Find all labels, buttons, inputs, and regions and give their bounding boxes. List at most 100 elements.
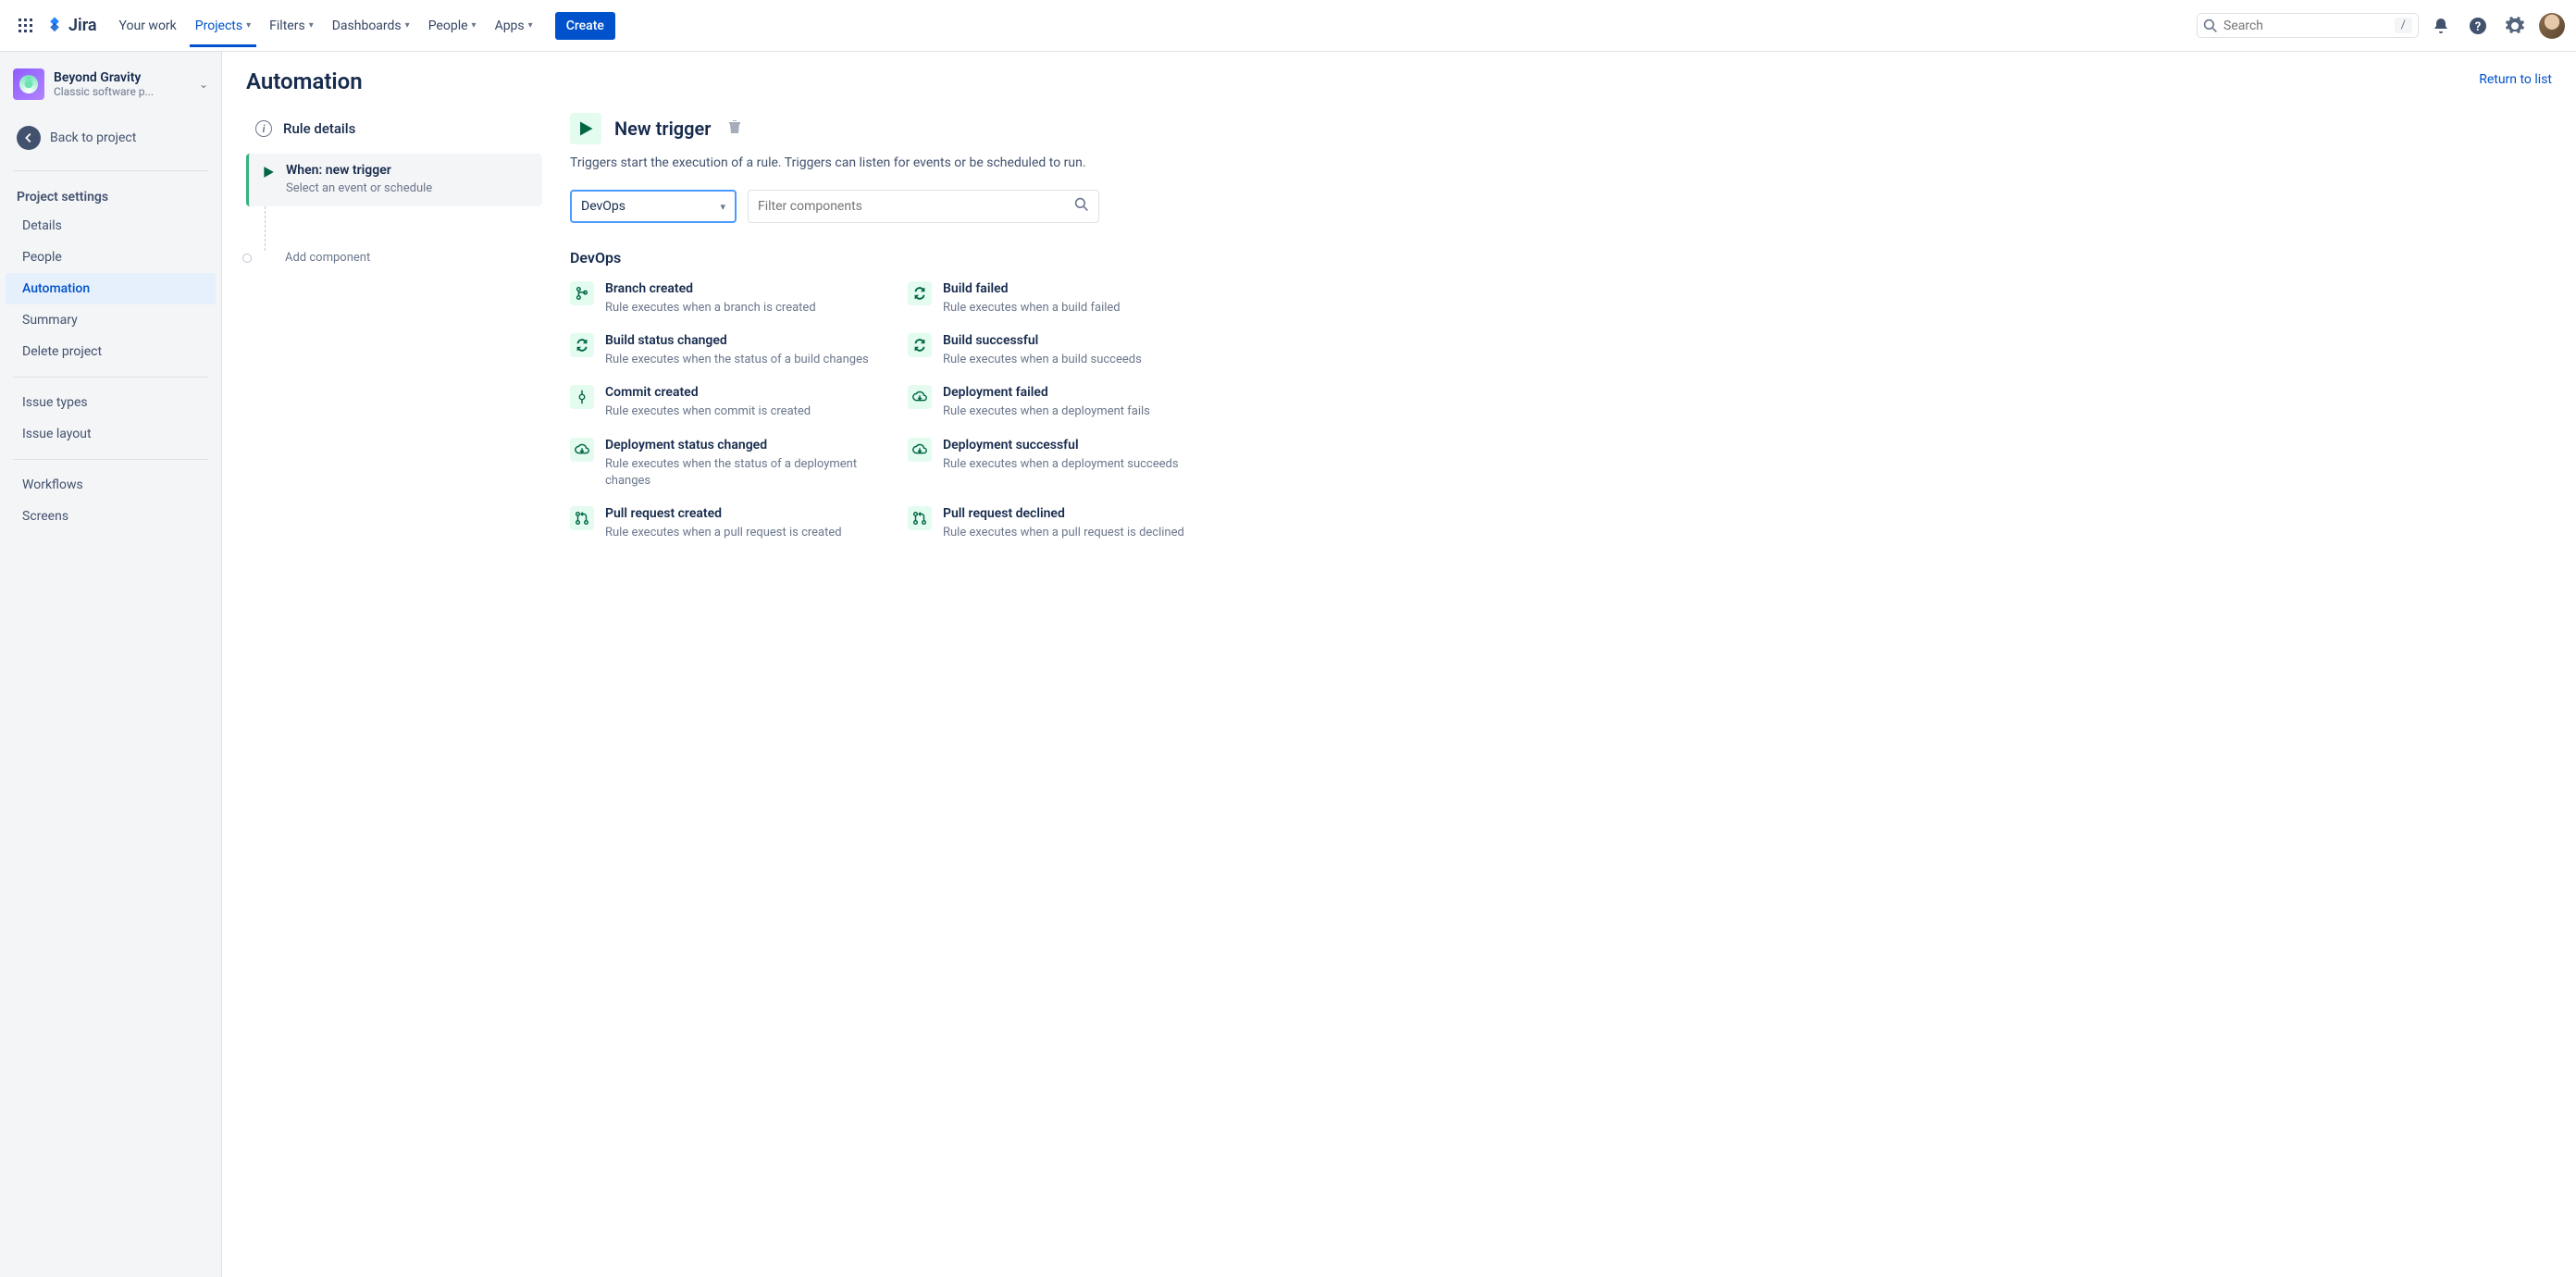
cloud-icon [570,438,594,462]
category-select-value: DevOps [581,199,625,214]
trigger-description: Triggers start the execution of a rule. … [570,154,1218,173]
sidebar-details[interactable]: Details [6,210,216,242]
back-label: Back to project [50,130,136,145]
create-button[interactable]: Create [555,12,615,40]
commit-icon [570,385,594,409]
trigger-item-title: Build successful [943,333,1142,348]
trigger-build-failed[interactable]: Build failed Rule executes when a build … [908,281,1218,316]
chevron-down-icon: ▾ [720,201,725,213]
trigger-build-successful[interactable]: Build successful Rule executes when a bu… [908,333,1218,368]
trigger-item-title: Pull request created [605,506,842,521]
project-sidebar: Beyond Gravity Classic software p... ⌄ B… [0,52,222,1277]
trigger-item-desc: Rule executes when the status of a build… [605,352,869,368]
project-name: Beyond Gravity [54,70,190,85]
trigger-item-desc: Rule executes when a build failed [943,300,1121,316]
filter-components-input[interactable] [748,190,1099,223]
sidebar-screens[interactable]: Screens [6,501,216,532]
rule-details-row[interactable]: i Rule details [246,113,542,146]
nav-your-work[interactable]: Your work [110,6,186,46]
nav-apps[interactable]: Apps▾ [486,6,542,46]
cloud-icon [908,385,932,409]
trigger-item-desc: Rule executes when a deployment fails [943,403,1150,420]
trigger-commit-created[interactable]: Commit created Rule executes when commit… [570,385,880,420]
top-navigation: Jira Your workProjects▾Filters▾Dashboard… [0,0,2576,52]
search-input[interactable]: / [2197,13,2419,38]
trigger-item-desc: Rule executes when a pull request is dec… [943,525,1184,541]
project-type: Classic software p... [54,85,190,98]
trigger-item-desc: Rule executes when a deployment succeeds [943,456,1179,473]
project-icon [13,68,44,100]
trigger-item-desc: Rule executes when a pull request is cre… [605,525,842,541]
pr-icon [570,506,594,530]
cloud-icon [908,438,932,462]
product-name: Jira [68,16,97,35]
rule-trigger-card[interactable]: When: new trigger Select an event or sch… [246,154,542,206]
sidebar-delete-project[interactable]: Delete project [6,336,216,367]
delete-trigger-icon[interactable] [727,119,742,138]
cycle-icon [908,281,932,305]
trigger-panel: New trigger Triggers start the execution… [570,113,1218,541]
help-icon[interactable]: ? [2463,11,2493,41]
trigger-item-title: Build failed [943,281,1121,296]
add-component[interactable]: Add component [246,251,542,265]
user-avatar[interactable] [2539,13,2565,39]
nav-filters[interactable]: Filters▾ [260,6,323,46]
search-icon [1074,197,1089,216]
main-content: Automation Return to list i Rule details… [222,52,2576,1277]
play-icon [262,166,275,195]
nav-projects[interactable]: Projects▾ [186,6,260,46]
nav-dashboards[interactable]: Dashboards▾ [323,6,419,46]
notifications-icon[interactable] [2426,11,2456,41]
sidebar-summary[interactable]: Summary [6,304,216,336]
nav-people[interactable]: People▾ [419,6,486,46]
search-icon [2203,19,2218,33]
trigger-deployment-failed[interactable]: Deployment failed Rule executes when a d… [908,385,1218,420]
chevron-down-icon: ▾ [309,20,314,31]
app-switcher-icon[interactable] [11,11,41,41]
branch-icon [570,281,594,305]
svg-text:?: ? [2475,20,2481,34]
trigger-pull-request-created[interactable]: Pull request created Rule executes when … [570,506,880,541]
filter-field[interactable] [758,199,1069,214]
sidebar-automation[interactable]: Automation [6,273,216,304]
trigger-item-desc: Rule executes when a branch is created [605,300,816,316]
project-switcher[interactable]: Beyond Gravity Classic software p... ⌄ [0,68,221,107]
settings-icon[interactable] [2500,11,2530,41]
trigger-item-desc: Rule executes when commit is created [605,403,811,420]
search-shortcut: / [2395,18,2412,33]
back-to-project[interactable]: Back to project [0,115,221,161]
rule-details-label: Rule details [283,120,355,137]
chevron-down-icon: ▾ [405,20,410,31]
cycle-icon [908,333,932,357]
sidebar-people[interactable]: People [6,242,216,273]
trigger-item-title: Pull request declined [943,506,1184,521]
trigger-item-desc: Rule executes when a build succeeds [943,352,1142,368]
sidebar-workflows[interactable]: Workflows [6,469,216,501]
chevron-down-icon: ▾ [472,20,477,31]
jira-logo[interactable]: Jira [44,16,97,36]
return-to-list-link[interactable]: Return to list [2479,72,2552,87]
chevron-down-icon: ⌄ [199,78,208,91]
search-field[interactable] [2223,19,2389,33]
trigger-build-status-changed[interactable]: Build status changed Rule executes when … [570,333,880,368]
sidebar-heading: Project settings [0,180,221,210]
category-heading: DevOps [570,249,1218,267]
trigger-item-desc: Rule executes when the status of a deplo… [605,456,880,490]
trigger-item-title: Build status changed [605,333,869,348]
trigger-deployment-status-changed[interactable]: Deployment status changed Rule executes … [570,438,880,490]
trigger-play-icon [570,113,601,144]
arrow-left-icon [17,126,41,150]
sidebar-issue-types[interactable]: Issue types [6,387,216,418]
rule-card-subtitle: Select an event or schedule [286,181,432,195]
trigger-item-title: Deployment failed [943,385,1150,400]
trigger-branch-created[interactable]: Branch created Rule executes when a bran… [570,281,880,316]
chevron-down-icon: ▾ [246,20,251,31]
add-component-label: Add component [285,251,370,265]
trigger-deployment-successful[interactable]: Deployment successful Rule executes when… [908,438,1218,490]
category-select[interactable]: DevOps ▾ [570,190,737,223]
chevron-down-icon: ▾ [528,20,533,31]
info-icon: i [255,120,272,137]
pr-icon [908,506,932,530]
trigger-pull-request-declined[interactable]: Pull request declined Rule executes when… [908,506,1218,541]
sidebar-issue-layout[interactable]: Issue layout [6,418,216,450]
